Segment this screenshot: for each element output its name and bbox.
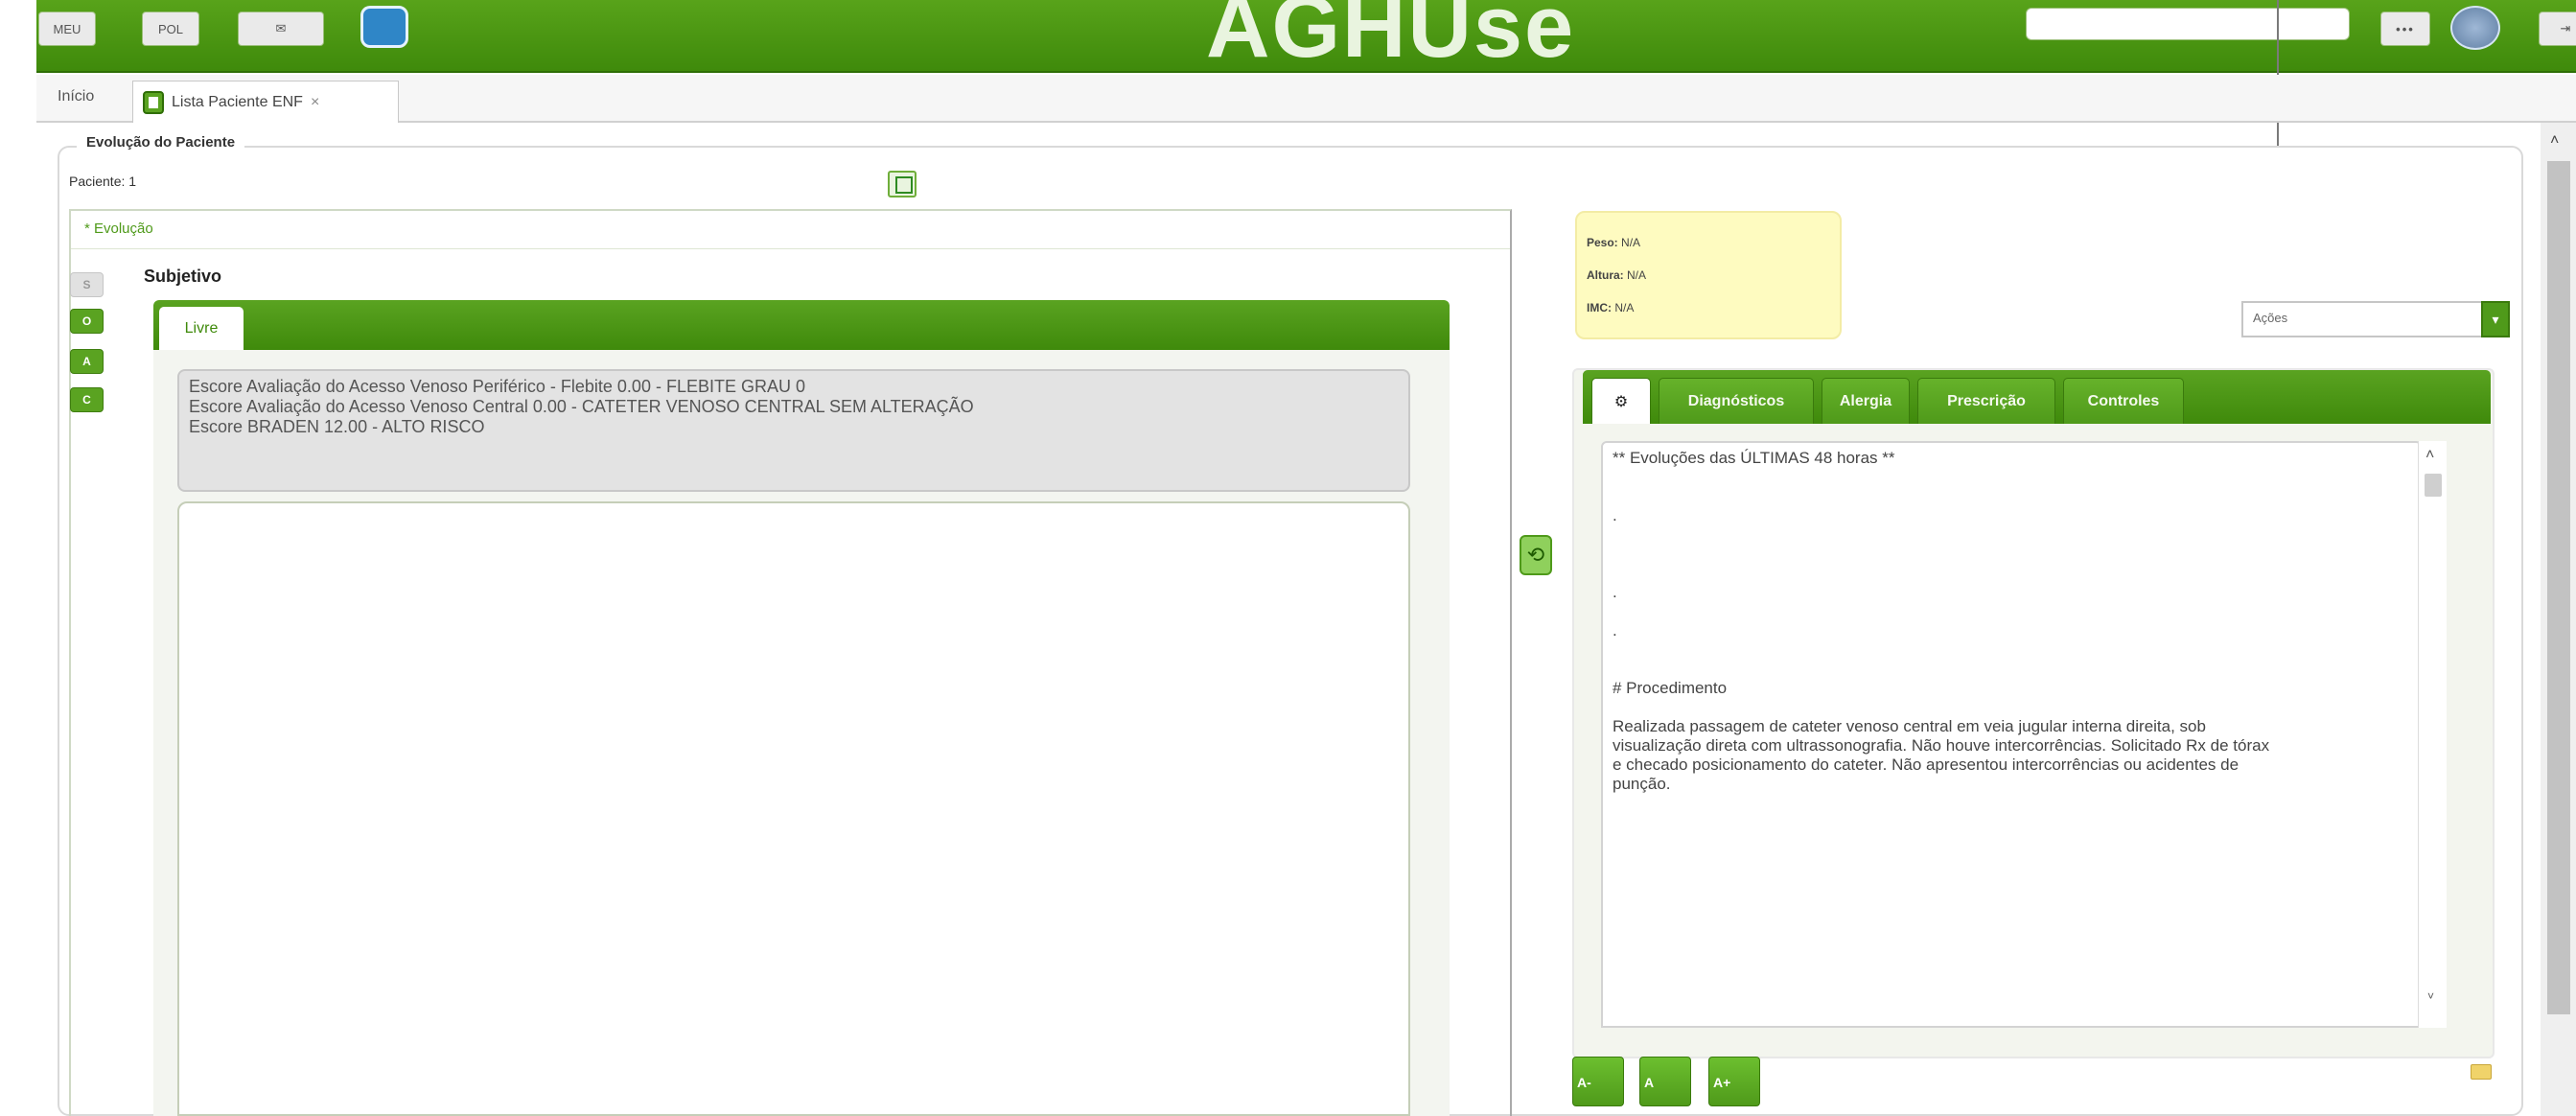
pol-button[interactable]: POL — [142, 12, 199, 46]
tab-label: Lista Paciente ENF — [172, 93, 303, 110]
history-line: . — [1613, 506, 1617, 524]
font-decrease-button[interactable]: A- — [1572, 1057, 1624, 1106]
copy-evolution-button[interactable]: ⟲ — [1520, 535, 1552, 575]
history-line — [1613, 564, 2410, 583]
chevron-down-icon[interactable]: ▾ — [2481, 301, 2510, 337]
tab-prescricao[interactable]: Prescrição — [1917, 378, 2055, 424]
tab-livre[interactable]: Livre — [159, 307, 244, 351]
history-line: . — [1613, 583, 1617, 601]
history-line: visualização direta com ultrassonografia… — [1613, 736, 2270, 755]
scores-box: Escore Avaliação do Acesso Venoso Perifé… — [177, 369, 1410, 492]
patient-label: Paciente: 1 — [69, 174, 137, 189]
score-line: Escore Avaliação do Acesso Venoso Centra… — [189, 397, 974, 416]
history-line: . — [1613, 621, 1617, 639]
calendar-icon[interactable] — [888, 171, 917, 198]
imc-value: N/A — [1614, 301, 1635, 314]
font-increase-button[interactable]: A+ — [1708, 1057, 1760, 1106]
history-line: Realizada passagem de cateter venoso cen… — [1613, 717, 2206, 735]
history-line — [1613, 698, 2410, 717]
soap-c-button[interactable]: C — [70, 387, 104, 412]
history-line: # Procedimento — [1613, 679, 1728, 697]
tab-controles[interactable]: Controles — [2063, 378, 2184, 424]
mail-icon[interactable]: ✉ — [238, 12, 324, 46]
evolution-header[interactable]: * Evolução — [71, 211, 1510, 249]
peso-row: Peso: N/A — [1587, 236, 1641, 249]
soap-s-button[interactable]: S — [70, 272, 104, 297]
history-line — [1613, 525, 2410, 545]
gear-icon: ⚙ — [1613, 393, 1629, 410]
score-line: Escore BRADEN 12.00 - ALTO RISCO — [189, 417, 485, 436]
panel-legend: Evolução do Paciente — [77, 134, 245, 151]
actions-select-value: Ações — [2253, 311, 2288, 325]
tab-gear[interactable]: ⚙ — [1591, 378, 1651, 424]
altura-row: Altura: N/A — [1587, 268, 1647, 282]
close-icon[interactable]: × — [311, 94, 319, 111]
page-scrollbar[interactable]: ˄ — [2541, 123, 2576, 1116]
scroll-thumb[interactable] — [2547, 161, 2570, 1014]
vitals-box: Peso: N/A Altura: N/A IMC: N/A — [1575, 211, 1842, 339]
history-line: punção. — [1613, 775, 1671, 793]
tab-strip: Início Lista Paciente ENF × — [36, 75, 2576, 123]
score-line: Escore Avaliação do Acesso Venoso Perifé… — [189, 377, 805, 396]
history-line: e checado posicionamento do cateter. Não… — [1613, 756, 2239, 774]
history-line — [1613, 660, 2410, 679]
peso-value: N/A — [1621, 236, 1641, 249]
history-line — [1613, 545, 2410, 564]
app-title: AGHUse — [1206, 0, 1576, 76]
logo-icon[interactable] — [360, 6, 408, 48]
top-bar: MEU POL ✉ AGHUse ••• ⇥ — [36, 0, 2576, 76]
imc-row: IMC: N/A — [1587, 301, 1635, 314]
tab-lista-paciente[interactable]: Lista Paciente ENF × — [132, 81, 399, 123]
scroll-up-icon[interactable]: ˄ — [2425, 447, 2434, 464]
font-reset-button[interactable]: A — [1639, 1057, 1691, 1106]
apps-icon[interactable]: ••• — [2380, 12, 2430, 46]
folder-icon[interactable] — [2471, 1064, 2492, 1080]
patient-list-icon — [143, 90, 164, 114]
scroll-thumb[interactable] — [2425, 474, 2442, 497]
logout-icon[interactable]: ⇥ — [2539, 12, 2576, 46]
history-line — [1613, 640, 2410, 660]
tab-inicio[interactable]: Início — [58, 88, 94, 105]
history-text: ** Evoluções das ÚLTIMAS 48 horas ** . .… — [1601, 441, 2422, 1028]
user-avatar-icon[interactable] — [2450, 6, 2500, 50]
scroll-up-icon[interactable]: ˄ — [2550, 132, 2559, 150]
history-line — [1613, 468, 2410, 487]
tab-alergia[interactable]: Alergia — [1822, 378, 1910, 424]
history-line — [1613, 602, 2410, 621]
soap-o-button[interactable]: O — [70, 309, 104, 334]
tab-diagnosticos[interactable]: Diagnósticos — [1659, 378, 1814, 424]
scroll-down-icon[interactable]: ˅ — [2427, 989, 2434, 1003]
menu-button[interactable]: MEU — [38, 12, 96, 46]
section-title: Subjetivo — [144, 267, 222, 286]
free-text-editor[interactable] — [177, 501, 1410, 1116]
history-line: ** Evoluções das ÚLTIMAS 48 horas ** — [1613, 449, 1895, 467]
soap-a-button[interactable]: A — [70, 349, 104, 374]
search-input[interactable] — [2026, 8, 2350, 40]
history-scrollbar[interactable]: ˄ ˅ — [2418, 441, 2447, 1028]
subjective-tab-bar — [153, 300, 1450, 350]
actions-select[interactable]: Ações ▾ — [2241, 301, 2510, 337]
history-line — [1613, 487, 2410, 506]
altura-value: N/A — [1627, 268, 1647, 282]
